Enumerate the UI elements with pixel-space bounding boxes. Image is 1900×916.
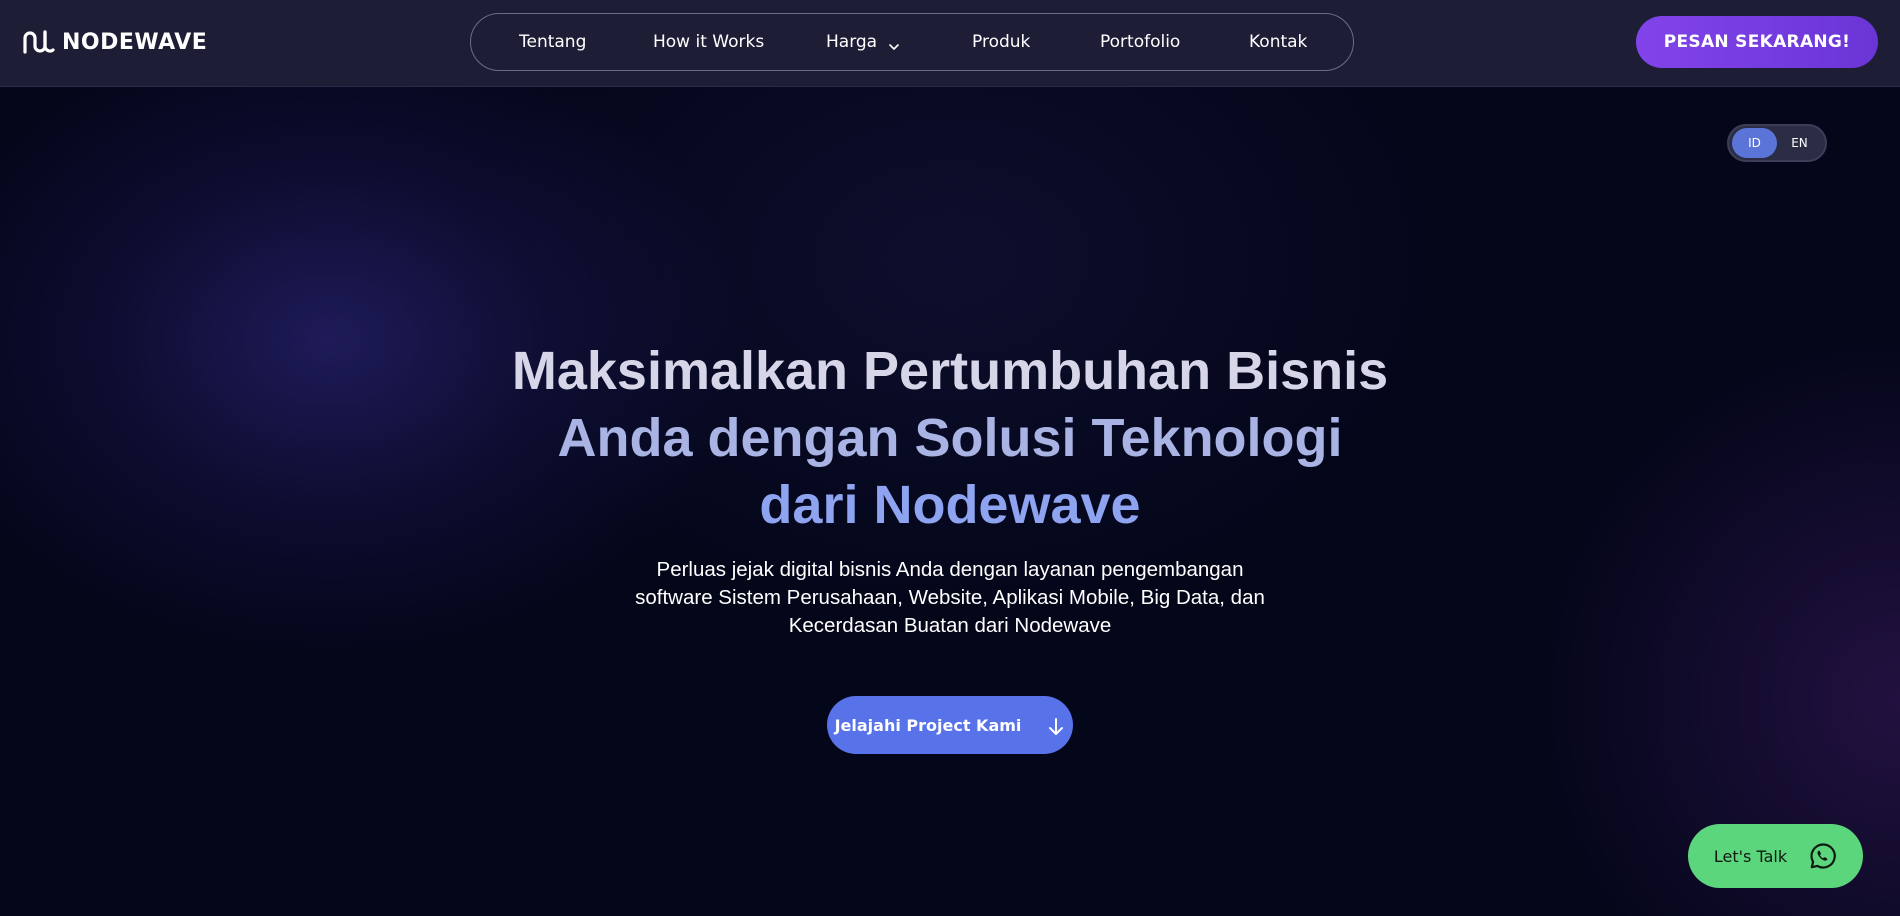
nav-item-tentang[interactable]: Tentang (519, 14, 586, 70)
hero-title: Maksimalkan Pertumbuhan Bisnis Anda deng… (450, 338, 1450, 539)
nav-label: Portofolio (1100, 32, 1181, 52)
hero-subtitle-line-1: Perluas jejak digital bisnis Anda dengan… (656, 558, 1244, 581)
arrow-down-icon (1047, 717, 1065, 737)
nav-item-produk[interactable]: Produk (972, 14, 1030, 70)
explore-button-label: Jelajahi Project Kami (834, 715, 1022, 735)
chevron-down-icon (889, 37, 899, 50)
hero-subtitle-line-2: software Sistem Perusahaan, Website, Apl… (635, 586, 1265, 609)
hero-title-line-2: Anda dengan Solusi Teknologi (557, 408, 1343, 468)
logo-text: NODEWAVE (62, 29, 208, 55)
language-toggle[interactable]: ID EN (1727, 124, 1827, 162)
nav-label: Kontak (1249, 32, 1308, 52)
explore-projects-button[interactable]: Jelajahi Project Kami (827, 696, 1073, 754)
nav-label: Produk (972, 32, 1031, 52)
language-option-id[interactable]: ID (1732, 128, 1777, 158)
nav-label: Tentang (519, 32, 587, 52)
whatsapp-icon (1809, 842, 1837, 870)
nav-item-kontak[interactable]: Kontak (1249, 14, 1307, 70)
order-now-button[interactable]: PESAN SEKARANG! (1636, 16, 1878, 68)
nav-label: How it Works (653, 32, 765, 52)
hero-subtitle-line-3: Kecerdasan Buatan dari Nodewave (788, 614, 1112, 637)
nav-item-harga[interactable]: Harga (826, 14, 899, 70)
hero-title-line-1: Maksimalkan Pertumbuhan Bisnis (511, 341, 1389, 401)
top-header: NODEWAVE Tentang How it Works Harga Prod… (0, 0, 1900, 87)
language-option-en[interactable]: EN (1777, 128, 1822, 158)
nodewave-wave-icon (22, 26, 56, 58)
nav-label: Harga (826, 32, 878, 52)
lets-talk-button[interactable]: Let's Talk (1688, 824, 1863, 888)
logo[interactable]: NODEWAVE (22, 25, 207, 59)
nav-item-how-it-works[interactable]: How it Works (653, 14, 764, 70)
lets-talk-label: Let's Talk (1713, 846, 1788, 866)
hero-title-line-3: dari Nodewave (759, 475, 1141, 535)
hero-subtitle: Perluas jejak digital bisnis Anda dengan… (600, 556, 1300, 640)
main-nav: Tentang How it Works Harga Produk Portof… (470, 13, 1354, 71)
nav-item-portofolio[interactable]: Portofolio (1100, 14, 1180, 70)
